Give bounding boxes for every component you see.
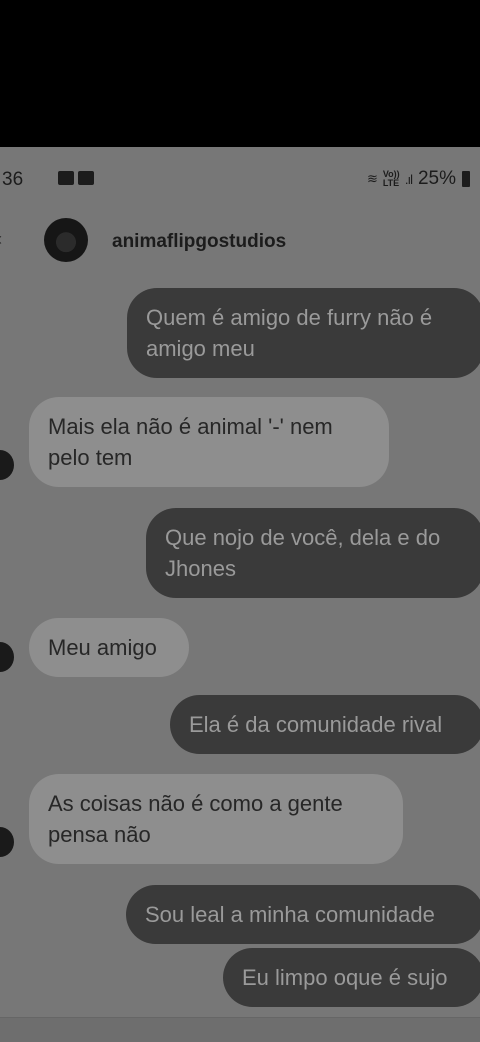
wifi-icon: ≋	[366, 171, 378, 186]
video-icon	[78, 171, 94, 185]
contact-username[interactable]: animaflipgostudios	[112, 231, 286, 253]
notification-icons	[58, 171, 94, 185]
status-time: 36	[2, 169, 24, 190]
battery-percent: 25%	[417, 168, 456, 189]
volte-indicator: Vo)) LTE	[382, 169, 400, 188]
message-bubble-received[interactable]: Mais ela não é animal '-' nem pelo tem	[29, 397, 389, 487]
sender-avatar	[0, 450, 14, 480]
status-right: ≋ Vo)) LTE .ıl 25%	[367, 168, 470, 190]
message-bubble-sent[interactable]: Quem é amigo de furry não é amigo meu	[127, 288, 480, 378]
chat-screen: 36 ≋ Vo)) LTE .ıl 25% ‹ animaflipgostudi…	[0, 147, 480, 1042]
message-bubble-received[interactable]: Meu amigo	[29, 618, 189, 677]
bottom-bar	[0, 1017, 480, 1042]
battery-icon	[462, 171, 470, 187]
sender-avatar	[0, 642, 14, 672]
top-black-band	[0, 0, 480, 147]
message-bubble-sent[interactable]: Ela é da comunidade rival	[170, 695, 480, 754]
signal-icon: .ıl	[404, 171, 413, 187]
back-arrow-icon[interactable]: ‹	[0, 229, 2, 250]
message-bubble-sent[interactable]: Eu limpo oque é sujo	[223, 948, 480, 1007]
sender-avatar	[0, 827, 14, 857]
message-bubble-sent[interactable]: Sou leal a minha comunidade	[126, 885, 480, 944]
message-bubble-received[interactable]: As coisas não é como a gente pensa não	[29, 774, 403, 864]
message-bubble-sent[interactable]: Que nojo de você, dela e do Jhones	[146, 508, 480, 598]
contact-avatar[interactable]	[44, 218, 88, 262]
image-icon	[58, 171, 74, 185]
